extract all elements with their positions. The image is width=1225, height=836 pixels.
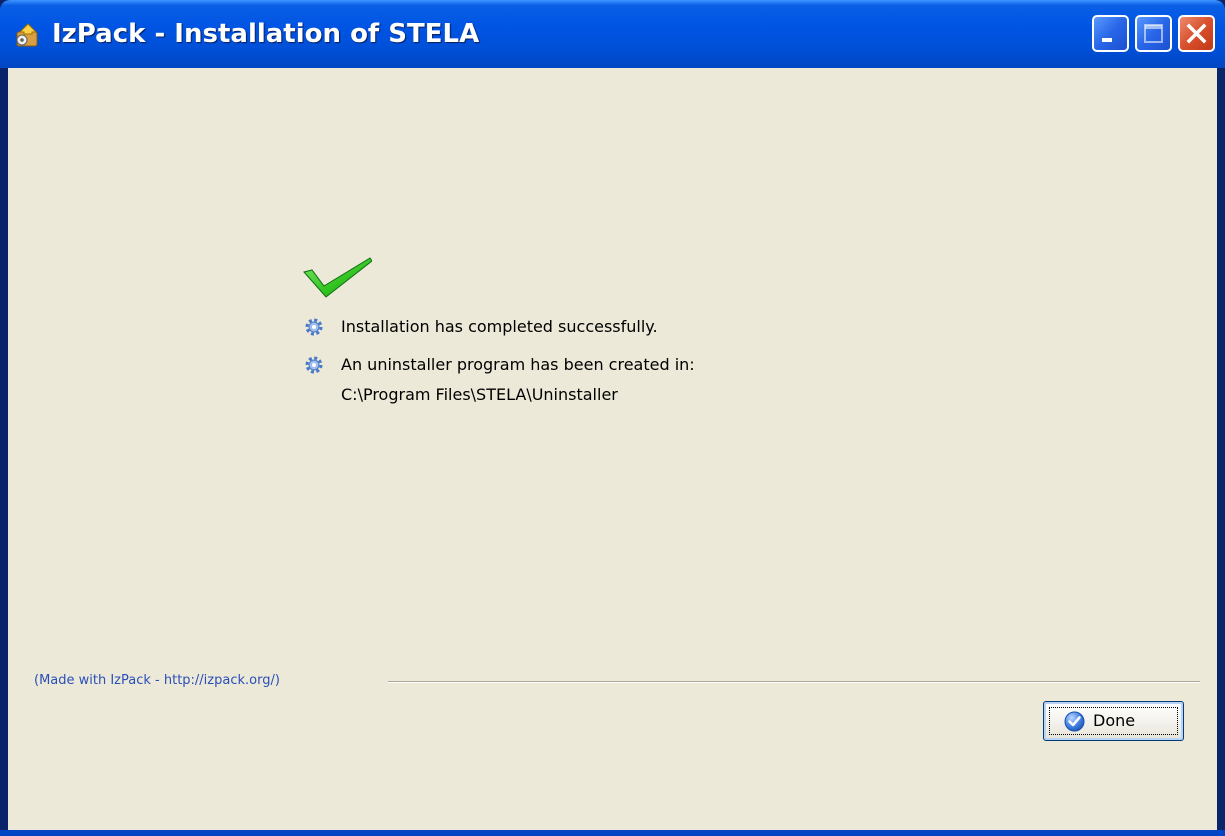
izpack-app-icon	[16, 23, 38, 47]
close-icon	[1186, 23, 1207, 44]
gear-icon	[305, 318, 323, 336]
window-title: IzPack - Installation of STELA	[52, 19, 480, 49]
gear-icon	[305, 356, 323, 374]
izpack-credit: (Made with IzPack - http://izpack.org/)	[34, 673, 280, 688]
maximize-icon	[1144, 24, 1163, 43]
done-button-label: Done	[1093, 711, 1136, 730]
minimize-icon	[1102, 38, 1112, 42]
footer-separator	[388, 681, 1200, 683]
window-frame-bottom	[0, 830, 1225, 836]
success-message: Installation has completed successfully.	[341, 317, 658, 336]
finish-panel	[8, 68, 1217, 830]
close-button[interactable]	[1178, 15, 1215, 52]
checkmark-icon	[303, 257, 372, 298]
installer-window: IzPack - Installation of STELA Installat…	[0, 0, 1225, 836]
status-message-uninstaller: An uninstaller program has been created …	[304, 354, 764, 376]
uninstaller-message: An uninstaller program has been created …	[341, 355, 695, 374]
uninstaller-path: C:\Program Files\STELA\Uninstaller	[341, 385, 618, 404]
done-check-icon	[1064, 711, 1085, 732]
maximize-button[interactable]	[1135, 15, 1172, 52]
title-bar[interactable]: IzPack - Installation of STELA	[0, 0, 1225, 68]
minimize-button[interactable]	[1092, 15, 1129, 52]
status-message-success: Installation has completed successfully.	[304, 316, 724, 338]
done-button[interactable]: Done	[1043, 701, 1184, 741]
